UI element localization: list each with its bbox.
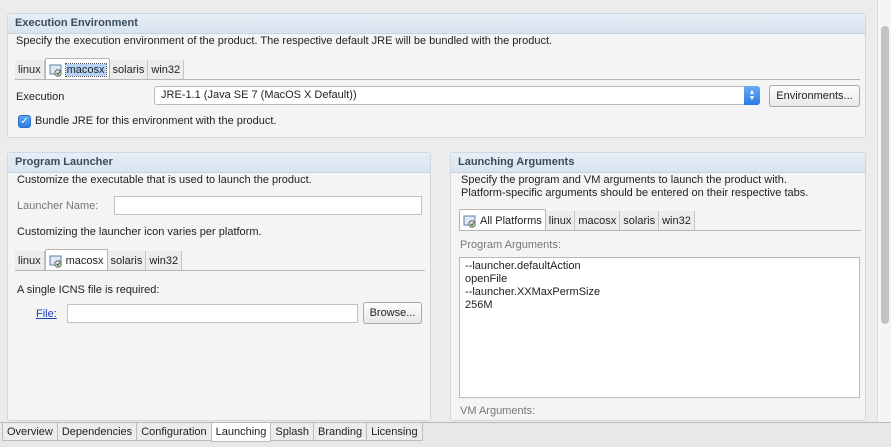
platform-icon: [49, 63, 63, 77]
section-title-program-launcher: Program Launcher: [8, 153, 430, 173]
tab-divider: [459, 230, 861, 231]
file-link[interactable]: File:: [36, 308, 57, 320]
argument-line: openFile: [465, 273, 508, 285]
tab-linux[interactable]: linux: [545, 211, 576, 231]
browse-button[interactable]: Browse...: [363, 302, 422, 324]
tab-launching[interactable]: Launching: [210, 423, 272, 442]
tab-divider: [15, 79, 860, 80]
program-arguments-textarea[interactable]: --launcher.defaultAction openFile --laun…: [459, 257, 860, 398]
tab-macosx[interactable]: macosx: [575, 211, 621, 231]
platform-icon: [49, 254, 63, 268]
bundle-jre-label: Bundle JRE for this environment with the…: [35, 115, 277, 127]
args-platform-tabs: All Platforms linux macosx solaris win32: [459, 209, 695, 231]
tab-macosx[interactable]: macosx: [44, 249, 108, 271]
tab-label: solaris: [110, 255, 143, 267]
launcher-name-label: Launcher Name:: [17, 200, 99, 212]
tab-win32[interactable]: win32: [146, 251, 183, 271]
tab-label: win32: [149, 255, 179, 267]
vm-arguments-label: VM Arguments:: [460, 405, 536, 417]
args-description-2: Platform-specific arguments should be en…: [461, 187, 809, 199]
launcher-icon-description: Customizing the launcher icon varies per…: [17, 226, 262, 238]
tab-linux[interactable]: linux: [15, 251, 45, 271]
tab-label: solaris: [623, 215, 656, 227]
bundle-jre-checkbox[interactable]: ✓: [18, 115, 31, 128]
tab-label: linux: [18, 255, 41, 267]
tab-macosx[interactable]: macosx: [44, 58, 110, 80]
tab-win32[interactable]: win32: [148, 60, 185, 80]
execution-select-value: JRE-1.1 (Java SE 7 (MacOS X Default)): [161, 89, 357, 101]
execution-environment-description: Specify the execution environment of the…: [16, 35, 553, 47]
execution-label: Execution: [16, 91, 65, 103]
launcher-platform-tabs: linux macosx solaris win32: [15, 249, 183, 271]
tab-configuration[interactable]: Configuration: [136, 423, 212, 441]
tab-dependencies[interactable]: Dependencies: [56, 423, 138, 441]
editor-page-tabs: Overview Dependencies Configuration Laun…: [0, 422, 891, 447]
scrollbar-thumb[interactable]: [881, 26, 889, 324]
launcher-description: Customize the executable that is used to…: [17, 174, 312, 186]
tab-overview[interactable]: Overview: [2, 423, 58, 441]
tab-label: macosx: [64, 62, 107, 77]
icns-required-label: A single ICNS file is required:: [17, 284, 160, 296]
tab-splash[interactable]: Splash: [270, 423, 315, 441]
tab-label: macosx: [578, 215, 617, 227]
tab-label: linux: [18, 64, 41, 76]
environments-button[interactable]: Environments...: [769, 85, 860, 107]
args-description-1: Specify the program and VM arguments to …: [461, 174, 787, 186]
tab-label: macosx: [65, 254, 104, 267]
tab-divider: [15, 270, 425, 271]
tab-all-platforms[interactable]: All Platforms: [459, 209, 546, 231]
file-link-text: File:: [36, 308, 57, 320]
tab-solaris[interactable]: solaris: [109, 60, 149, 80]
tab-label: All Platforms: [480, 214, 542, 227]
exec-env-platform-tabs: linux macosx solaris win32: [15, 58, 185, 80]
tab-label: solaris: [112, 64, 145, 76]
argument-line: --launcher.defaultAction: [465, 260, 581, 272]
vertical-scrollbar[interactable]: [877, 0, 891, 422]
chevron-updown-icon: ▲ ▼: [744, 86, 760, 105]
argument-line: --launcher.XXMaxPermSize: [465, 286, 601, 298]
launcher-name-input[interactable]: [114, 196, 422, 215]
tab-label: linux: [548, 215, 572, 227]
section-title-execution-environment: Execution Environment: [8, 14, 865, 34]
tab-solaris[interactable]: solaris: [107, 251, 147, 271]
argument-line: 256M: [465, 299, 493, 311]
execution-select[interactable]: JRE-1.1 (Java SE 7 (MacOS X Default)) ▲ ▼: [154, 86, 760, 105]
program-arguments-label: Program Arguments:: [460, 239, 561, 251]
icns-file-input[interactable]: [67, 304, 358, 323]
launching-arguments-section: Launching Arguments Specify the program …: [450, 152, 866, 421]
tab-licensing[interactable]: Licensing: [366, 423, 423, 441]
tab-label: win32: [662, 215, 691, 227]
platform-icon: [463, 214, 477, 228]
tab-linux[interactable]: linux: [15, 60, 45, 80]
program-launcher-section: Program Launcher Customize the executabl…: [7, 152, 431, 421]
execution-environment-section: Execution Environment Specify the execut…: [7, 13, 866, 138]
tab-solaris[interactable]: solaris: [620, 211, 660, 231]
section-title-launching-arguments: Launching Arguments: [451, 153, 865, 173]
tab-branding[interactable]: Branding: [313, 423, 368, 441]
tab-label: win32: [151, 64, 181, 76]
tab-win32[interactable]: win32: [659, 211, 695, 231]
